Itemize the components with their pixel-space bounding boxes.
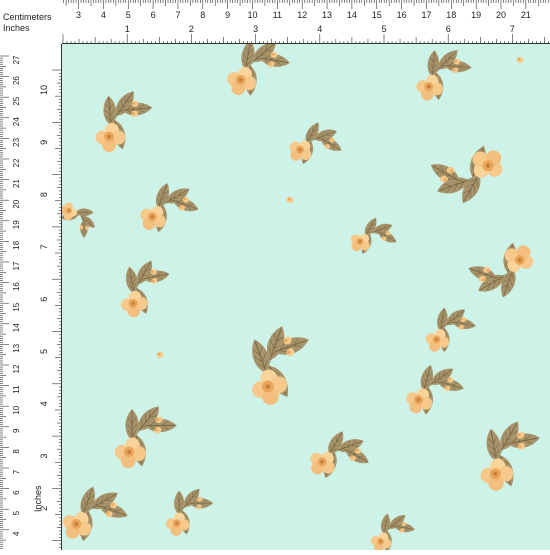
cm-tick-label: 9 bbox=[12, 428, 21, 433]
flower-bud bbox=[516, 57, 524, 63]
centimeters-label: Centimeters bbox=[3, 12, 52, 22]
top-ruler: 1234567891011121314151617181920211234567… bbox=[0, 0, 550, 44]
inch-tick-label: 8 bbox=[39, 192, 49, 197]
inch-tick-label: 10 bbox=[39, 85, 49, 95]
cm-tick-label: 16 bbox=[397, 10, 407, 20]
cm-tick-label: 25 bbox=[12, 96, 21, 105]
cm-tick-label: 10 bbox=[12, 405, 21, 414]
cm-tick-label: 20 bbox=[12, 199, 21, 208]
flower-bud bbox=[156, 352, 164, 358]
inch-tick-label: 1 bbox=[125, 24, 130, 34]
cm-tick-label: 23 bbox=[12, 137, 21, 146]
inch-tick-label: 4 bbox=[317, 24, 322, 34]
inch-tick-label: 7 bbox=[510, 24, 515, 34]
fabric-background bbox=[0, 0, 550, 550]
fabric-print bbox=[0, 0, 550, 550]
cm-tick-label: 22 bbox=[12, 158, 21, 167]
inch-tick-label: 3 bbox=[253, 24, 258, 34]
cm-tick-label: 12 bbox=[12, 364, 21, 373]
left-ruler: 27 26 25 24 23 22 21 20 19 18 17 16 15 14 13 12 11 10 9 8 7 6… bbox=[0, 0, 62, 550]
cm-tick-label: 13 bbox=[12, 343, 21, 352]
cm-tick-label: 13 bbox=[322, 10, 332, 20]
cm-tick-label: 6 bbox=[12, 490, 21, 495]
inch-tick-label: 4 bbox=[39, 401, 49, 406]
inch-tick-label: 3 bbox=[39, 454, 49, 459]
inch-tick-label: 9 bbox=[39, 140, 49, 145]
cm-tick-label: 19 bbox=[12, 220, 21, 229]
cm-tick-label: 24 bbox=[12, 117, 21, 126]
cm-tick-label: 5 bbox=[12, 510, 21, 515]
inch-tick-label: 5 bbox=[381, 24, 386, 34]
cm-tick-label: 21 bbox=[12, 179, 21, 188]
cm-tick-label: 4 bbox=[101, 10, 106, 20]
cm-tick-label: 11 bbox=[273, 10, 282, 20]
side-inches-label: Inches bbox=[33, 485, 43, 512]
inch-tick-label: 7 bbox=[39, 244, 49, 249]
cm-tick-label: 17 bbox=[421, 10, 431, 20]
cm-tick-label: 20 bbox=[496, 10, 506, 20]
cm-tick-label: 3 bbox=[76, 10, 81, 20]
cm-tick-label: 7 bbox=[12, 469, 21, 474]
cm-tick-label: 12 bbox=[297, 10, 307, 20]
cm-tick-label: 8 bbox=[200, 10, 205, 20]
cm-tick-label: 15 bbox=[372, 10, 382, 20]
cm-tick-label: 16 bbox=[12, 282, 21, 291]
inch-tick-label: 6 bbox=[39, 297, 49, 302]
inch-tick-label: 6 bbox=[446, 24, 451, 34]
cm-tick-label: 18 bbox=[12, 240, 21, 249]
inch-tick-label: 5 bbox=[39, 349, 49, 354]
cm-tick-label: 8 bbox=[12, 449, 21, 454]
ruler-corner: Centimeters Inches bbox=[0, 0, 62, 44]
cm-tick-label: 15 bbox=[12, 302, 21, 311]
cm-tick-label: 14 bbox=[347, 10, 357, 20]
cm-tick-label: 9 bbox=[225, 10, 230, 20]
cm-tick-label: 14 bbox=[12, 323, 21, 332]
cm-tick-label: 17 bbox=[12, 261, 21, 270]
inch-tick-label: 2 bbox=[189, 24, 194, 34]
inches-label: Inches bbox=[3, 23, 30, 33]
cm-tick-label: 18 bbox=[446, 10, 456, 20]
cm-tick-label: 5 bbox=[126, 10, 131, 20]
cm-tick-label: 6 bbox=[151, 10, 156, 20]
cm-tick-label: 10 bbox=[247, 10, 257, 20]
cm-tick-label: 26 bbox=[12, 76, 21, 85]
cm-tick-label: 11 bbox=[12, 385, 21, 394]
cm-tick-label: 21 bbox=[521, 10, 531, 20]
cm-tick-label: 27 bbox=[12, 55, 21, 64]
cm-tick-label: 4 bbox=[12, 531, 21, 536]
cm-tick-label: 7 bbox=[175, 10, 180, 20]
cm-tick-label: 19 bbox=[471, 10, 481, 20]
flower-bud bbox=[286, 197, 294, 203]
